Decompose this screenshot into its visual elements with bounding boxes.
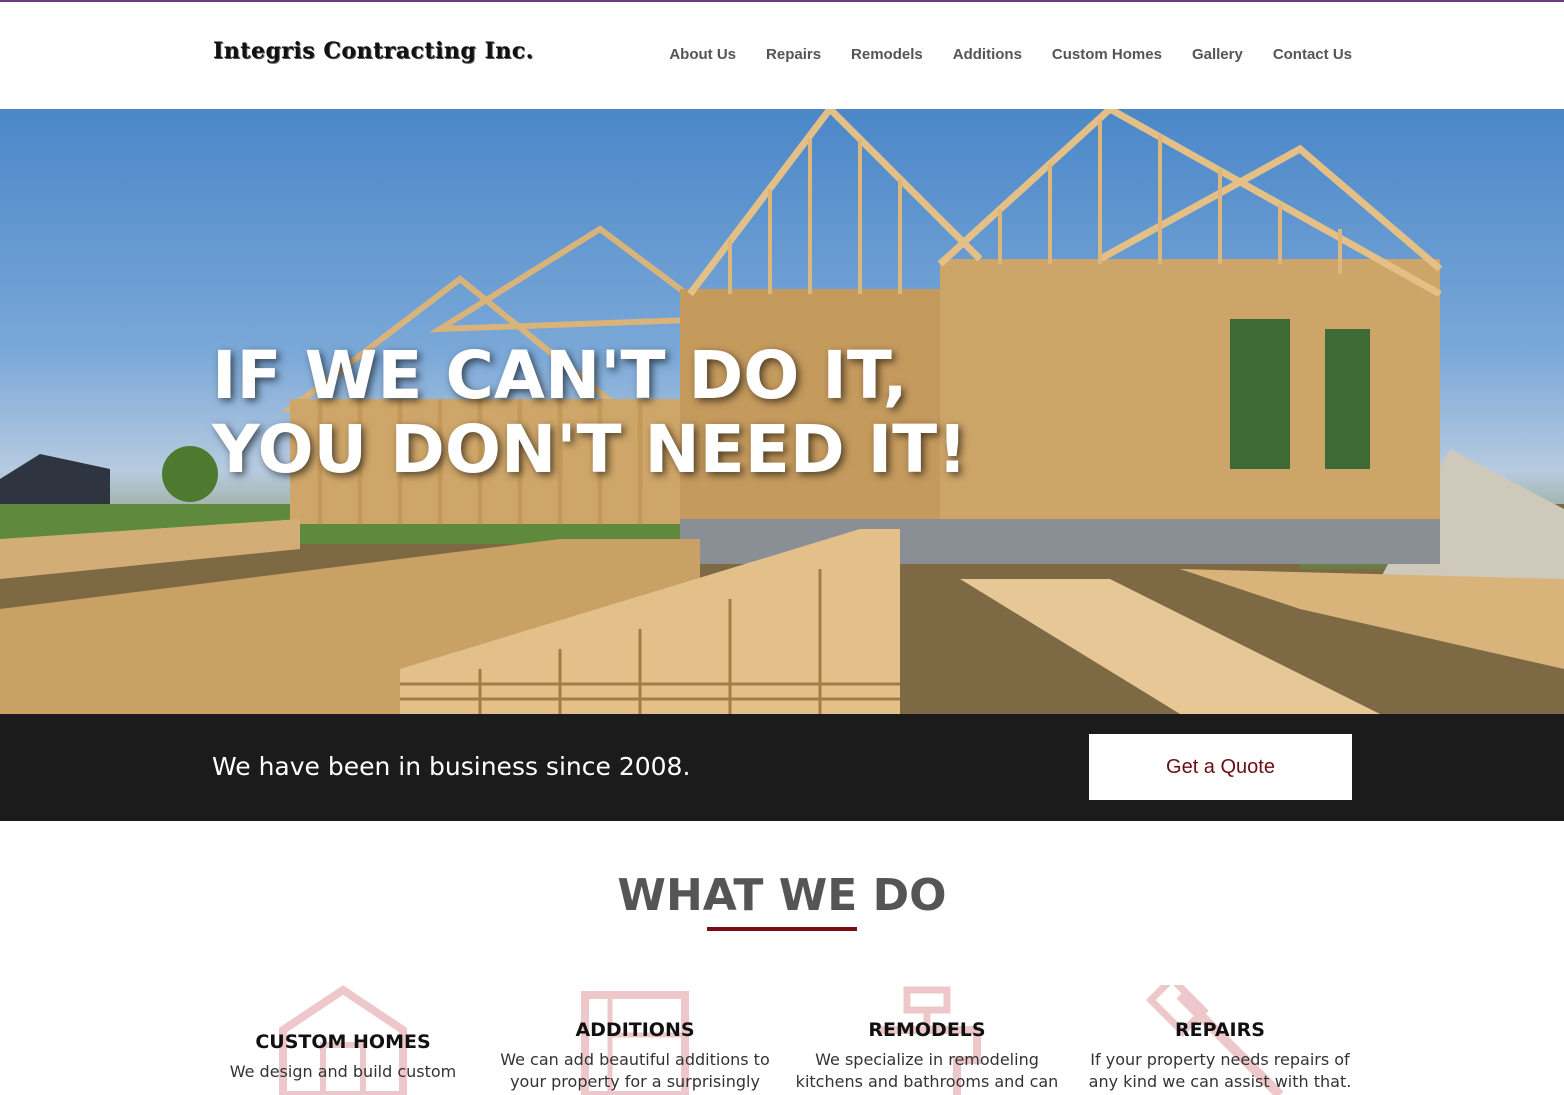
service-description: We specialize in remodeling kitchens and… <box>795 1050 1059 1091</box>
service-description: We can add beautiful additions to your p… <box>500 1050 770 1091</box>
nav-remodels[interactable]: Remodels <box>851 46 923 63</box>
hero-headline-line1: IF WE CAN'T DO IT, <box>212 337 908 414</box>
nav-additions[interactable]: Additions <box>953 46 1022 63</box>
cta-band: We have been in business since 2008. Get… <box>0 714 1564 821</box>
service-title: ADDITIONS <box>575 1019 695 1041</box>
business-since-text: We have been in business since 2008. <box>212 752 691 781</box>
service-remodels[interactable]: REMODELS We specialize in remodeling kit… <box>782 985 1072 1095</box>
site-header: Integris Contracting Inc. About Us Repai… <box>0 2 1564 109</box>
service-title: REPAIRS <box>1175 1019 1265 1041</box>
nav-contact-us[interactable]: Contact Us <box>1273 46 1352 63</box>
nav-about-us[interactable]: About Us <box>669 46 736 63</box>
service-description: We design and build custom <box>229 1062 457 1081</box>
site-logo[interactable]: Integris Contracting Inc. <box>213 38 534 74</box>
service-additions[interactable]: ADDITIONS We can add beautiful additions… <box>490 985 780 1095</box>
section-title-underline <box>707 927 857 931</box>
nav-custom-homes[interactable]: Custom Homes <box>1052 46 1162 63</box>
nav-gallery[interactable]: Gallery <box>1192 46 1243 63</box>
logo-text: Integris Contracting Inc. <box>213 38 534 64</box>
hero-banner: IF WE CAN'T DO IT, YOU DON'T NEED IT! <box>0 109 1564 714</box>
service-custom-homes[interactable]: CUSTOM HOMES We design and build custom <box>198 985 488 1095</box>
service-title: CUSTOM HOMES <box>255 1031 431 1053</box>
hero-headline: IF WE CAN'T DO IT, YOU DON'T NEED IT! <box>212 339 967 487</box>
hero-headline-line2: YOU DON'T NEED IT! <box>212 411 968 488</box>
main-nav: About Us Repairs Remodels Additions Cust… <box>669 46 1352 63</box>
get-a-quote-button[interactable]: Get a Quote <box>1089 734 1352 800</box>
service-repairs[interactable]: REPAIRS If your property needs repairs o… <box>1075 985 1365 1095</box>
service-title: REMODELS <box>868 1019 986 1041</box>
service-description: If your property needs repairs of any ki… <box>1088 1050 1352 1091</box>
nav-repairs[interactable]: Repairs <box>766 46 821 63</box>
section-title: WHAT WE DO <box>617 870 947 921</box>
